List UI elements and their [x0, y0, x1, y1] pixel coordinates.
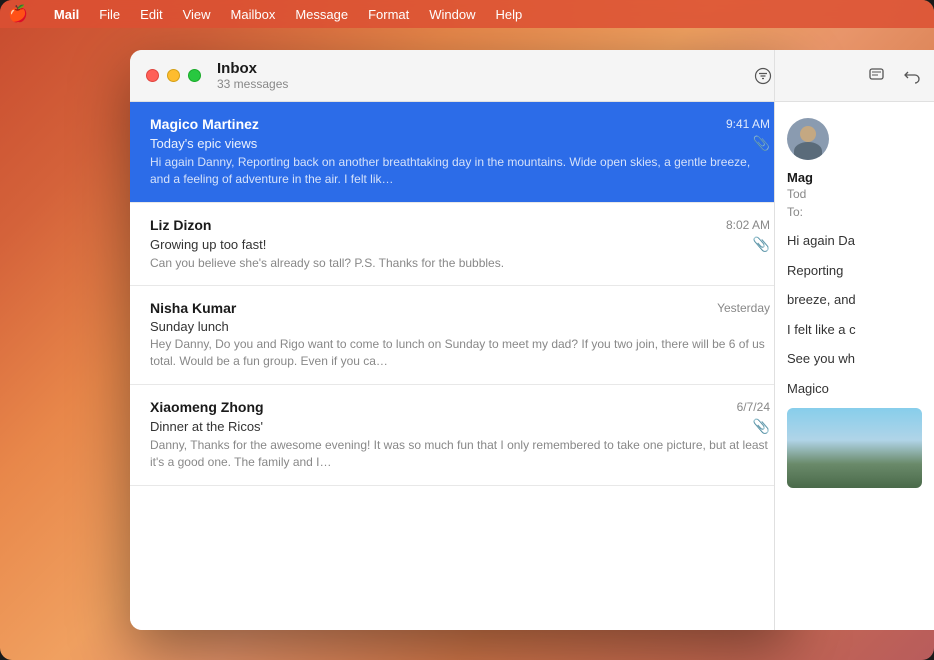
attachment-icon-4: 📎 — [753, 418, 770, 435]
detail-line-2: Reporting — [787, 261, 922, 281]
menubar-item-message[interactable]: Message — [285, 5, 358, 24]
traffic-lights — [146, 69, 201, 82]
detail-line-1: Hi again Da — [787, 231, 922, 251]
email-subject-2: Growing up too fast! — [150, 237, 266, 252]
reply-icon[interactable] — [900, 65, 922, 87]
attachment-icon-2: 📎 — [753, 236, 770, 253]
detail-body-text: Hi again Da Reporting breeze, and I felt… — [787, 231, 922, 398]
detail-to: To: — [787, 205, 922, 219]
window-title: Inbox — [217, 60, 752, 77]
window-titlebar: Inbox 33 messages — [130, 50, 790, 102]
menubar-item-view[interactable]: View — [173, 5, 221, 24]
email-subject-row-1: Today's epic views 📎 — [150, 135, 770, 152]
window-toolbar-right — [752, 65, 774, 87]
email-preview-3: Hey Danny, Do you and Rigo want to come … — [150, 336, 770, 370]
sender-avatar — [787, 118, 829, 160]
detail-signature: Magico — [787, 379, 922, 399]
menubar-item-mailbox[interactable]: Mailbox — [221, 5, 286, 24]
maximize-button[interactable] — [188, 69, 201, 82]
email-sender-1: Magico Martinez — [150, 116, 259, 132]
menubar-item-window[interactable]: Window — [419, 5, 485, 24]
email-subject-4: Dinner at the Ricos' — [150, 419, 263, 434]
detail-line-3: breeze, and — [787, 290, 922, 310]
detail-body: Mag Tod To: Hi again Da Reporting breeze… — [775, 102, 934, 504]
email-time-4: 6/7/24 — [737, 400, 770, 414]
email-header-row-4: Xiaomeng Zhong 6/7/24 — [150, 399, 770, 415]
apple-menu-icon[interactable]: 🍎 — [8, 4, 28, 24]
menubar-item-edit[interactable]: Edit — [130, 5, 172, 24]
detail-today: Tod — [787, 187, 922, 201]
menubar: 🍎 Mail File Edit View Mailbox Message Fo… — [0, 0, 934, 28]
email-item-1[interactable]: Magico Martinez 9:41 AM Today's epic vie… — [130, 102, 790, 203]
email-preview-4: Danny, Thanks for the awesome evening! I… — [150, 437, 770, 471]
email-item-4[interactable]: Xiaomeng Zhong 6/7/24 Dinner at the Rico… — [130, 385, 790, 486]
email-item-2[interactable]: Liz Dizon 8:02 AM Growing up too fast! 📎… — [130, 203, 790, 287]
mail-window: Inbox 33 messages Magico Martinez 9:41 A… — [130, 50, 790, 630]
menubar-item-format[interactable]: Format — [358, 5, 419, 24]
email-time-3: Yesterday — [717, 301, 770, 315]
menubar-item-mail[interactable]: Mail — [44, 5, 89, 24]
detail-panel: Mag Tod To: Hi again Da Reporting breeze… — [774, 50, 934, 630]
close-button[interactable] — [146, 69, 159, 82]
email-time-1: 9:41 AM — [726, 117, 770, 131]
detail-line-4: I felt like a c — [787, 320, 922, 340]
email-sender-3: Nisha Kumar — [150, 300, 236, 316]
detail-line-5: See you wh — [787, 349, 922, 369]
minimize-button[interactable] — [167, 69, 180, 82]
email-subject-row-2: Growing up too fast! 📎 — [150, 236, 770, 253]
email-item-3[interactable]: Nisha Kumar Yesterday Sunday lunch Hey D… — [130, 286, 790, 385]
window-subtitle: 33 messages — [217, 77, 752, 91]
attachment-icon-1: 📎 — [753, 135, 770, 152]
email-sender-4: Xiaomeng Zhong — [150, 399, 264, 415]
email-subject-row-3: Sunday lunch — [150, 319, 770, 334]
menubar-item-help[interactable]: Help — [486, 5, 533, 24]
detail-sender-name: Mag — [787, 170, 922, 185]
email-sender-2: Liz Dizon — [150, 217, 211, 233]
menubar-items: Mail File Edit View Mailbox Message Form… — [44, 5, 532, 24]
email-header-row-3: Nisha Kumar Yesterday — [150, 300, 770, 316]
window-title-area: Inbox 33 messages — [217, 60, 752, 91]
email-subject-3: Sunday lunch — [150, 319, 229, 334]
email-subject-row-4: Dinner at the Ricos' 📎 — [150, 418, 770, 435]
email-list: Magico Martinez 9:41 AM Today's epic vie… — [130, 102, 790, 630]
email-header-row-2: Liz Dizon 8:02 AM — [150, 217, 770, 233]
email-preview-1: Hi again Danny, Reporting back on anothe… — [150, 154, 770, 188]
detail-landscape-image — [787, 408, 922, 488]
email-subject-1: Today's epic views — [150, 136, 257, 151]
email-preview-2: Can you believe she's already so tall? P… — [150, 255, 770, 272]
email-time-2: 8:02 AM — [726, 218, 770, 232]
compose-new-icon[interactable] — [866, 65, 888, 87]
email-header-row-1: Magico Martinez 9:41 AM — [150, 116, 770, 132]
detail-header — [775, 50, 934, 102]
menubar-item-file[interactable]: File — [89, 5, 130, 24]
filter-icon[interactable] — [752, 65, 774, 87]
